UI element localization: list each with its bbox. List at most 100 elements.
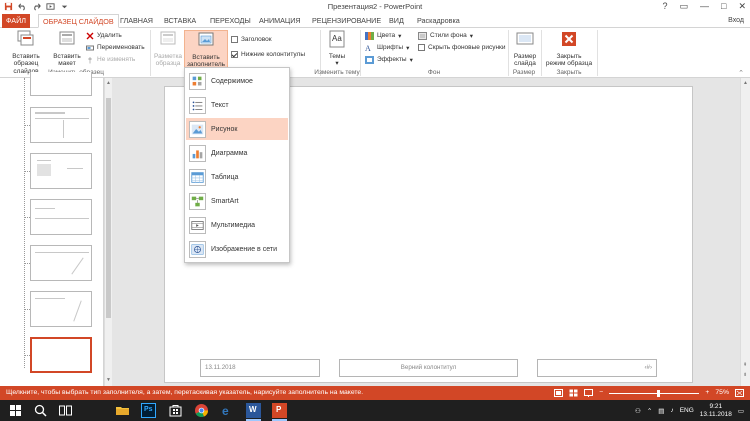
zoom-slider-thumb[interactable]: [657, 389, 661, 397]
footers-checkbox[interactable]: Нижние колонтитулы: [231, 50, 305, 59]
sign-in-link[interactable]: Вход: [728, 14, 744, 28]
scroll-up-icon[interactable]: ▲: [743, 80, 748, 86]
background-styles-button[interactable]: Стили фона ▾: [418, 31, 473, 40]
language-indicator[interactable]: ENG: [680, 407, 694, 414]
layout-thumbnail[interactable]: [30, 72, 92, 96]
date-placeholder[interactable]: 13.11.2018: [200, 359, 320, 377]
zoom-level[interactable]: 75%: [715, 386, 729, 400]
menu-item-media[interactable]: Мультимедиа: [186, 214, 288, 236]
tab-animations[interactable]: АНИМАЦИЯ: [255, 14, 305, 28]
network-icon[interactable]: ▤: [658, 407, 664, 415]
layout-thumbnail[interactable]: [30, 291, 92, 327]
notifications-icon[interactable]: ▭: [738, 407, 744, 415]
window-title: Презентация2 - PowerPoint: [327, 2, 423, 11]
scroll-down-icon[interactable]: ▼: [106, 377, 111, 383]
menu-item-label: Таблица: [211, 173, 239, 181]
normal-view-icon[interactable]: [554, 389, 564, 397]
fit-to-window-icon[interactable]: [735, 389, 744, 397]
slide-sorter-icon[interactable]: [569, 389, 578, 397]
layout-thumbnail[interactable]: [30, 107, 92, 143]
tab-insert[interactable]: ВСТАВКА: [160, 14, 200, 28]
photoshop-icon[interactable]: Ps: [141, 403, 156, 418]
file-explorer-icon[interactable]: [115, 403, 130, 418]
scroll-up-icon[interactable]: ▲: [106, 80, 111, 86]
chrome-icon[interactable]: [194, 403, 209, 418]
preserve-button[interactable]: Не изменять: [86, 55, 135, 64]
rename-button[interactable]: Переименовать: [86, 43, 145, 52]
delete-icon: [86, 32, 94, 39]
layout-thumbnail[interactable]: [30, 153, 92, 189]
colors-button[interactable]: Цвета ▾: [365, 31, 401, 40]
menu-item-chart[interactable]: Диаграмма: [186, 142, 288, 164]
footer-placeholder[interactable]: Верний колонтитул: [339, 359, 518, 377]
tab-storyboarding[interactable]: Раскадровка: [413, 14, 464, 28]
tab-view[interactable]: ВИД: [385, 14, 408, 28]
insert-layout-icon: [59, 31, 75, 45]
zoom-out-button[interactable]: −: [599, 386, 603, 400]
chart-placeholder-icon: [189, 144, 206, 162]
menu-item-picture[interactable]: Рисунок: [186, 118, 288, 140]
volume-icon[interactable]: ♪: [670, 407, 673, 414]
title-checkbox-box[interactable]: [231, 36, 238, 43]
minimize-button[interactable]: —: [700, 1, 709, 12]
layout-thumbnail-selected[interactable]: [30, 337, 92, 373]
slideshow-icon[interactable]: [584, 389, 594, 397]
slide-scrollbar[interactable]: ▲ ⇞ ⇟: [740, 78, 750, 386]
hide-background-graphics-box[interactable]: [418, 44, 425, 51]
help-button[interactable]: ?: [662, 1, 667, 12]
word-icon[interactable]: W: [246, 403, 261, 421]
scrollbar-thumb[interactable]: [106, 98, 111, 318]
insert-layout-button[interactable]: Вставить макет: [52, 30, 82, 68]
tab-review[interactable]: РЕЦЕНЗИРОВАНИЕ: [308, 14, 385, 28]
menu-item-smartart[interactable]: SmartArt: [186, 190, 288, 212]
powerpoint-icon[interactable]: P: [272, 403, 287, 421]
themes-button[interactable]: Aa Темы ▾: [324, 30, 350, 68]
menu-item-label: Изображение в сети: [211, 245, 277, 253]
search-icon[interactable]: [33, 403, 48, 418]
tab-slide-master[interactable]: ОБРАЗЕЦ СЛАЙДОВ: [38, 14, 119, 28]
layout-thumbnail[interactable]: [30, 245, 92, 281]
people-icon[interactable]: ⚇: [635, 407, 641, 415]
windows-start-icon[interactable]: [8, 403, 23, 418]
menu-item-label: Диаграмма: [211, 149, 248, 157]
collapse-ribbon-icon[interactable]: ⌃: [738, 69, 744, 77]
task-view-icon[interactable]: [58, 403, 73, 418]
slide-size-button[interactable]: Размер слайда: [511, 30, 539, 68]
menu-item-text[interactable]: Текст: [186, 94, 288, 116]
effects-button[interactable]: Эффекты ▾: [365, 55, 413, 64]
menu-item-table[interactable]: Таблица: [186, 166, 288, 188]
close-button[interactable]: ✕: [738, 1, 746, 12]
hide-background-graphics-checkbox[interactable]: Скрыть фоновые рисунки: [418, 43, 506, 52]
tray-expand-icon[interactable]: ⌃: [647, 407, 652, 415]
ribbon-display-button[interactable]: ▭: [680, 1, 689, 12]
close-master-view-button[interactable]: Закрыть режим образца: [543, 30, 595, 68]
delete-button[interactable]: Удалить: [86, 31, 122, 40]
group-size-label: Размер: [512, 69, 536, 76]
slide-number-placeholder[interactable]: ‹#›: [537, 359, 657, 377]
title-checkbox[interactable]: Заголовок: [231, 35, 272, 44]
tab-transitions[interactable]: ПЕРЕХОДЫ: [206, 14, 255, 28]
menu-item-content[interactable]: Содержимое: [186, 70, 288, 92]
tab-file[interactable]: ФАЙЛ: [2, 14, 30, 28]
next-slide-icon[interactable]: ⇟: [743, 372, 747, 378]
zoom-slider[interactable]: [609, 389, 700, 397]
clock-date: 13.11.2018: [699, 410, 732, 418]
clock[interactable]: 9:21 13.11.2018: [700, 403, 732, 419]
insert-placeholder-button[interactable]: Вставить заполнитель: [184, 30, 228, 68]
zoom-in-button[interactable]: +: [705, 386, 709, 400]
edge-icon[interactable]: e: [220, 403, 235, 418]
colors-label: Цвета: [377, 32, 396, 39]
maximize-button[interactable]: □: [721, 1, 726, 12]
tab-home[interactable]: ГЛАВНАЯ: [116, 14, 157, 28]
thumbnail-connector: [24, 355, 30, 356]
thumbnails-scrollbar[interactable]: ▲ ▼: [104, 78, 112, 386]
thumbnail-connector: [24, 309, 30, 310]
store-icon[interactable]: [168, 403, 183, 418]
footers-checkbox-box[interactable]: [231, 51, 238, 58]
media-placeholder-icon: [189, 216, 206, 234]
menu-item-online-image[interactable]: Изображение в сети: [186, 238, 288, 260]
fonts-button[interactable]: A Шрифты ▾: [365, 43, 409, 52]
previous-slide-icon[interactable]: ⇞: [743, 362, 747, 368]
layout-thumbnail[interactable]: [30, 199, 92, 235]
master-layout-button[interactable]: Разметка образца: [153, 30, 183, 68]
